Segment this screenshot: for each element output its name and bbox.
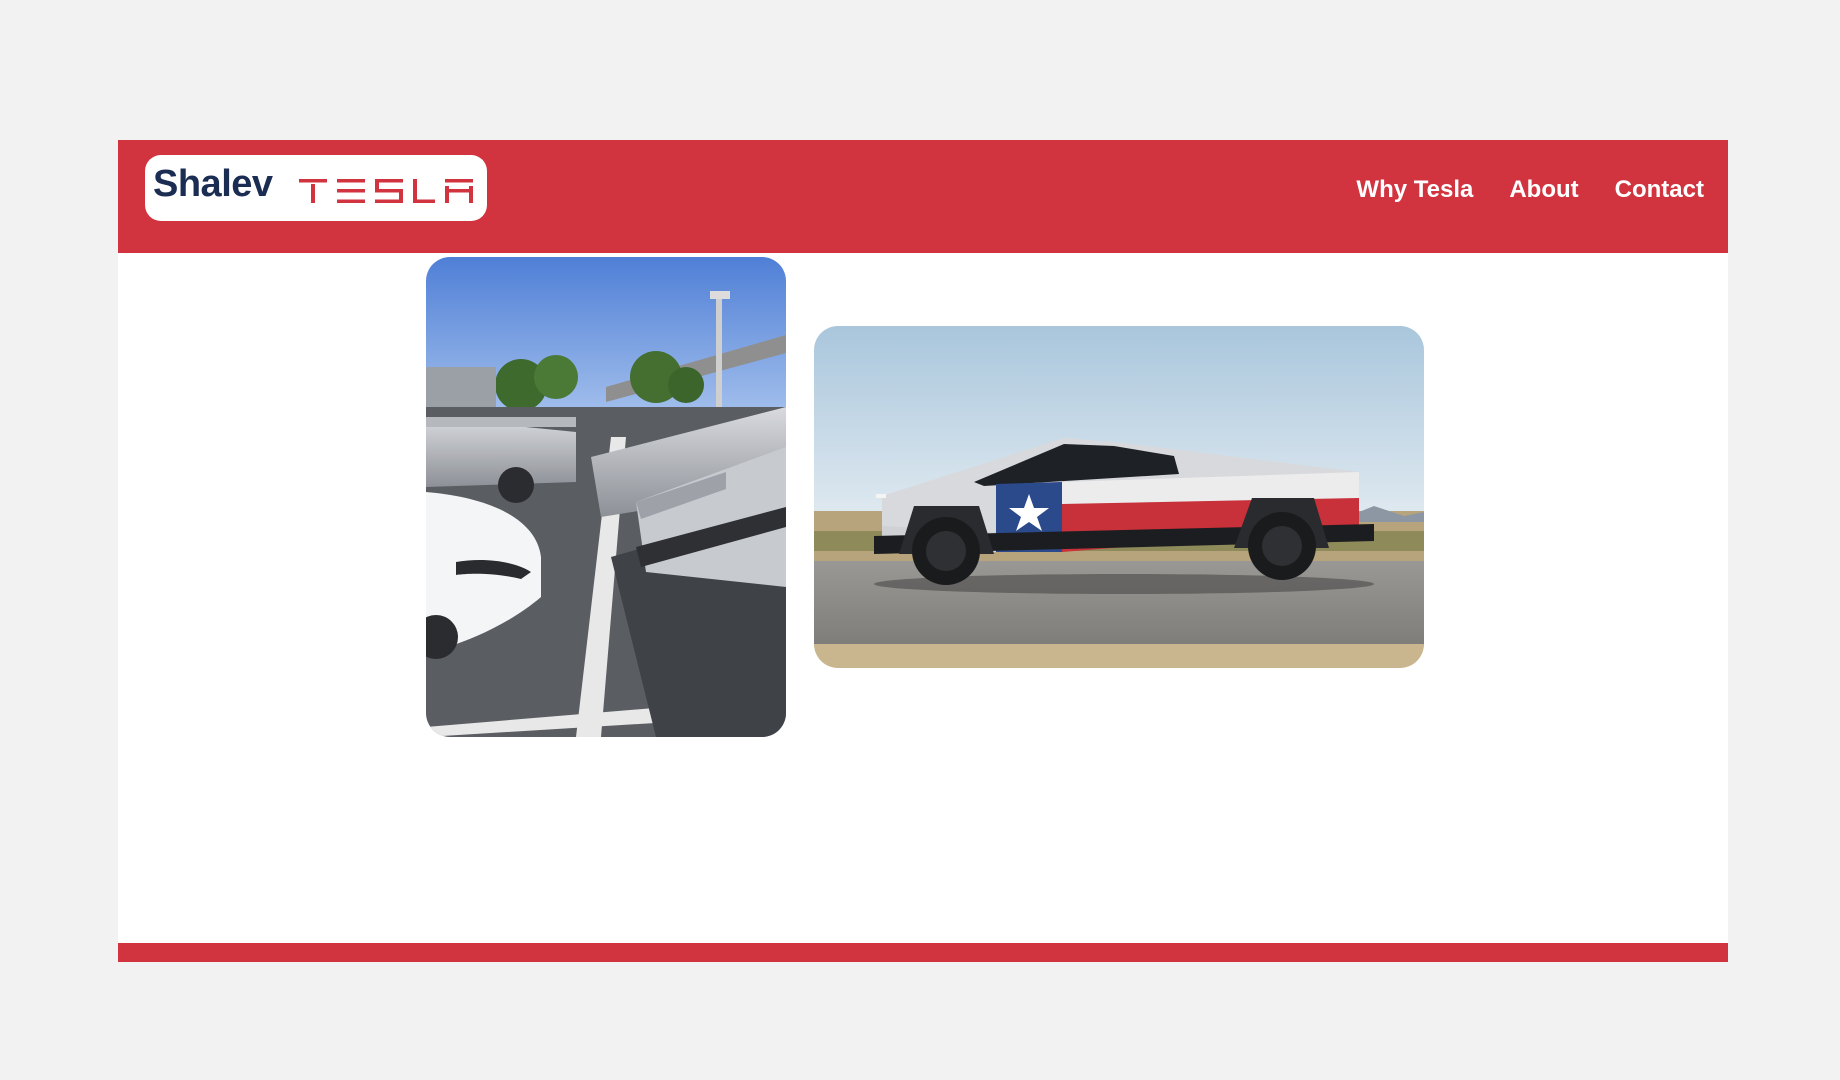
- site-header: Shalev Why Tesla About Contact: [118, 140, 1728, 253]
- parking-lot-cybertrucks-photo: [426, 257, 786, 737]
- brand-name: Shalev: [153, 163, 273, 205]
- texas-cybertruck-illustration: [814, 326, 1424, 668]
- nav-about[interactable]: About: [1509, 176, 1578, 204]
- parking-lot-illustration: [426, 257, 786, 737]
- main-nav: Why Tesla About Contact: [1356, 176, 1704, 204]
- footer-bar: [118, 943, 1728, 962]
- nav-contact[interactable]: Contact: [1615, 176, 1704, 204]
- tesla-wordmark-logo: [299, 179, 473, 203]
- page-frame: Shalev Why Tesla About Contact: [118, 140, 1728, 962]
- nav-why-tesla[interactable]: Why Tesla: [1356, 176, 1473, 204]
- logo[interactable]: Shalev: [145, 155, 487, 221]
- texas-flag-cybertruck-photo: [814, 326, 1424, 668]
